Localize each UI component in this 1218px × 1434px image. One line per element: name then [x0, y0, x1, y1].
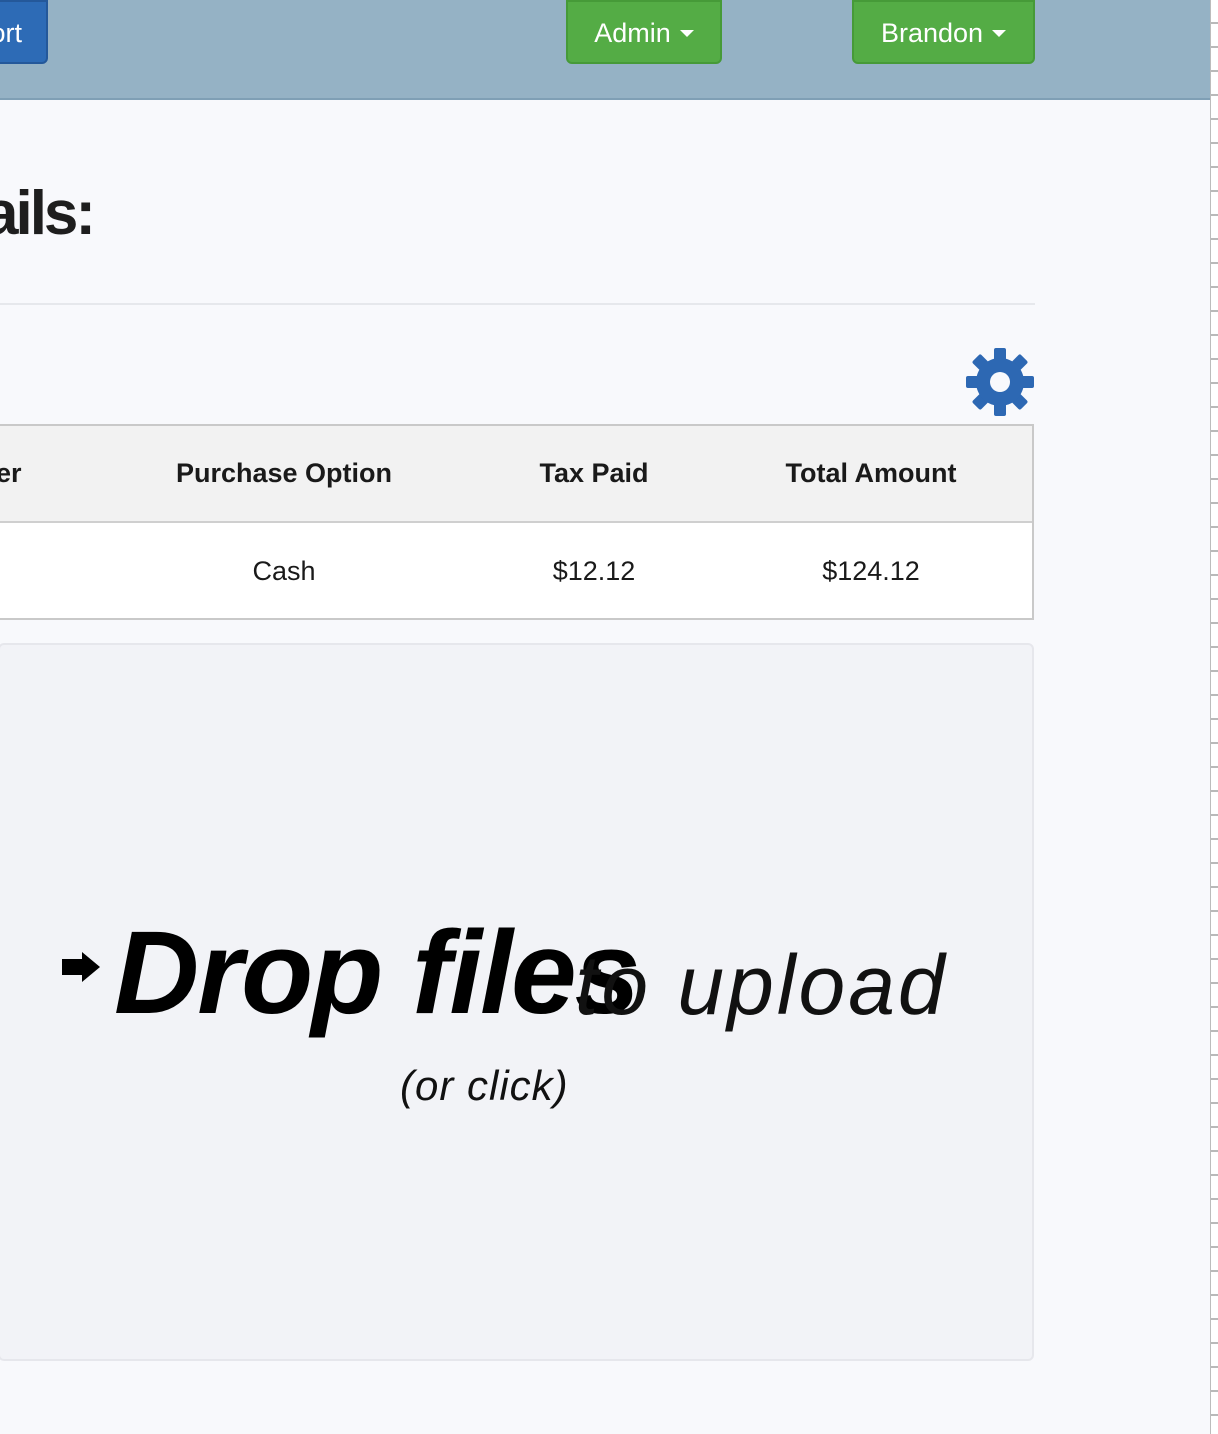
- cell-tax-paid: $12.12: [552, 556, 636, 586]
- top-navbar: ort Admin Brandon: [0, 0, 1210, 100]
- drop-zone-subtext: (or click): [400, 1062, 569, 1109]
- heading-divider: [0, 303, 1035, 305]
- page: ort Admin Brandon ails: er Purchase Opti…: [0, 0, 1218, 1434]
- admin-dropdown-label: Admin: [594, 18, 671, 48]
- column-header-purchase-option: Purchase Option: [175, 458, 393, 488]
- arrow-right-icon: [62, 952, 100, 982]
- column-header: er: [0, 458, 22, 488]
- table-header: er Purchase Option Tax Paid Total Amount: [0, 426, 1032, 523]
- cell-purchase-option: Cash: [252, 556, 316, 586]
- user-dropdown-button[interactable]: Brandon: [852, 0, 1035, 64]
- gear-icon[interactable]: [964, 346, 1036, 418]
- column-header-tax-paid: Tax Paid: [539, 458, 649, 488]
- caret-down-icon: [679, 29, 694, 37]
- cell-total-amount: $124.12: [822, 556, 920, 586]
- drop-zone-bold-text: Drop files: [114, 907, 640, 1039]
- column-header-total-amount: Total Amount: [785, 458, 957, 488]
- page-heading: ails:: [0, 179, 96, 248]
- admin-dropdown-button[interactable]: Admin: [566, 0, 722, 64]
- user-dropdown-label: Brandon: [880, 18, 984, 48]
- nav-left-button-label: ort: [0, 18, 22, 48]
- window-edge-scrollbar[interactable]: [1210, 0, 1218, 1434]
- purchase-table: er Purchase Option Tax Paid Total Amount…: [0, 424, 1034, 620]
- caret-down-icon: [992, 29, 1007, 37]
- nav-left-button[interactable]: ort: [0, 0, 48, 64]
- drop-zone-light-text: to upload: [575, 938, 948, 1032]
